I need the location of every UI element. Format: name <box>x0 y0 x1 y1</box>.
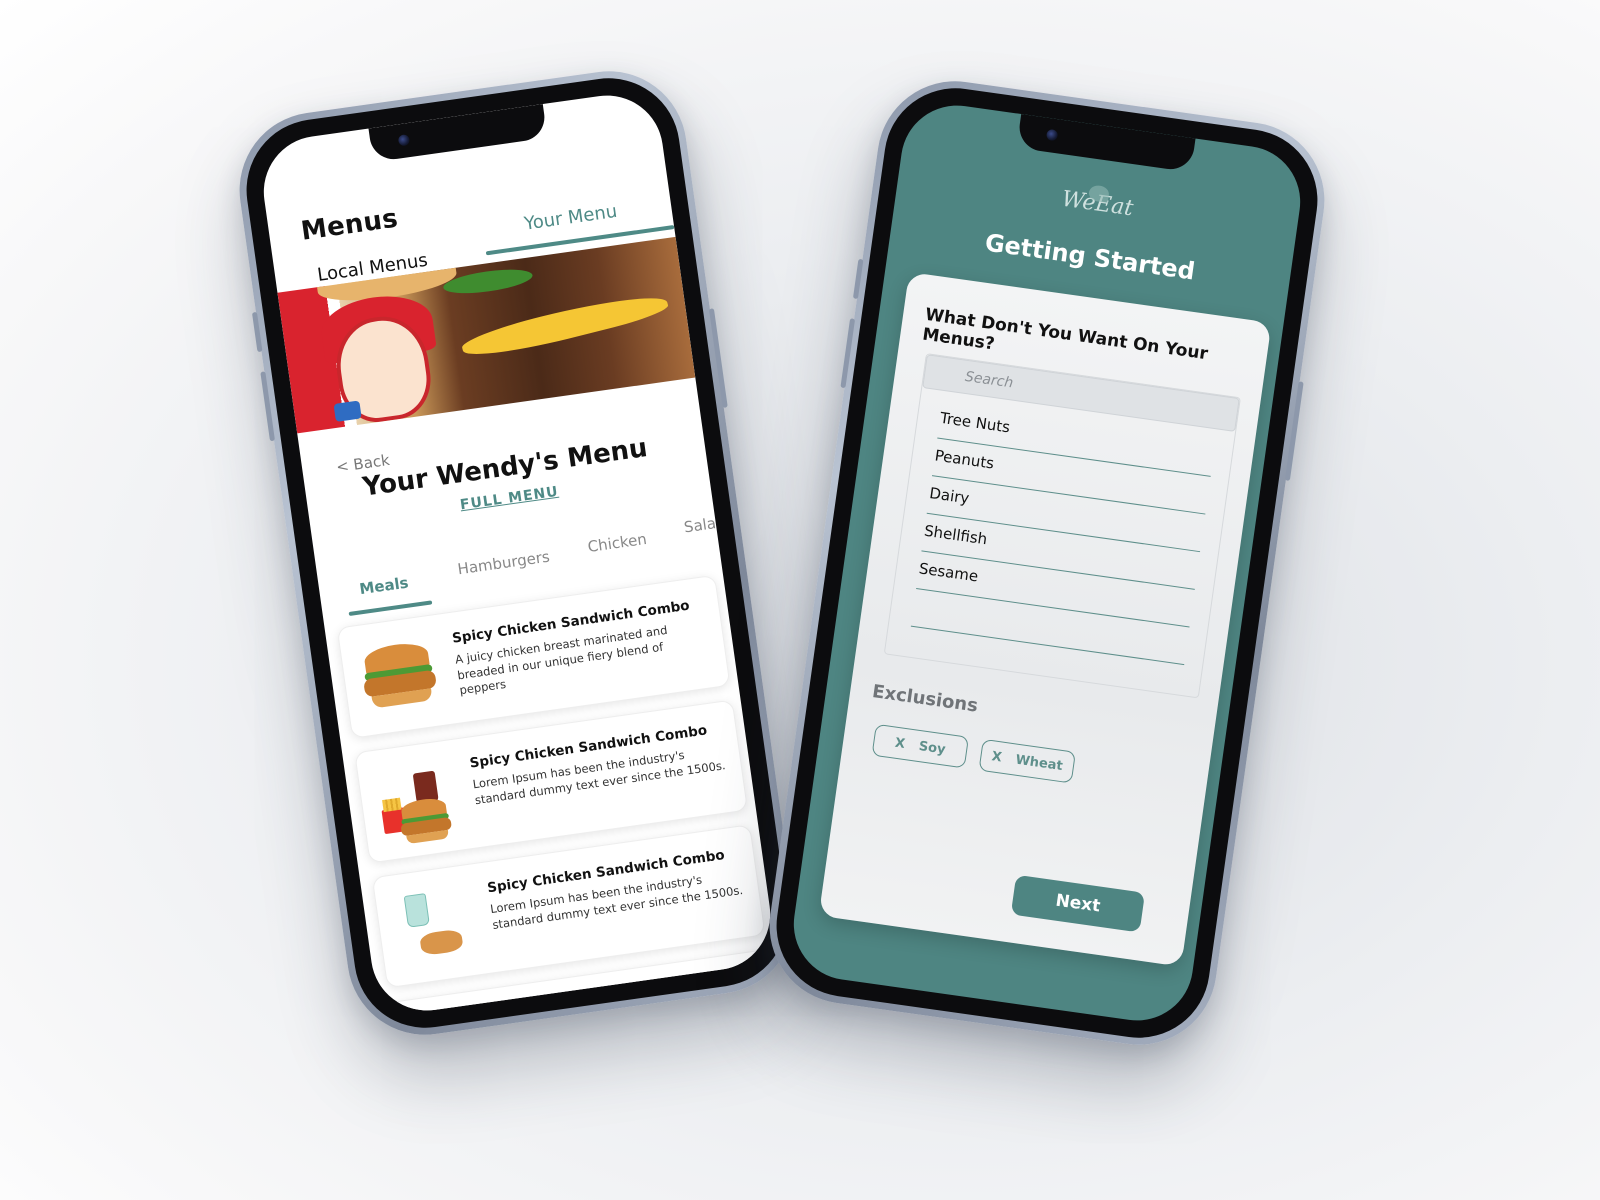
chip-label: Wheat <box>1014 752 1064 774</box>
exclusions-label: Exclusions <box>870 681 980 717</box>
active-category-indicator <box>348 600 433 616</box>
close-icon[interactable]: X <box>894 735 906 751</box>
phone-left: Menus Local Menus Your Menu < Back Your … <box>229 61 805 1045</box>
mascot-bow-shape <box>333 400 362 422</box>
camera-icon <box>1045 128 1059 142</box>
exclusion-chip-wheat[interactable]: X Wheat <box>978 738 1076 784</box>
meal-list: Spicy Chicken Sandwich Combo A juicy chi… <box>336 574 778 1018</box>
phone-bezel: Menus Local Menus Your Menu < Back Your … <box>237 69 797 1037</box>
chicken-sandwich-image <box>354 629 447 722</box>
volume-up-button <box>852 258 864 300</box>
notch <box>1016 114 1196 173</box>
burger-icon <box>394 791 453 845</box>
preferences-card: What Don't You Want On Your Menus? Tree … <box>818 271 1272 967</box>
cheese-shape <box>459 286 671 365</box>
close-icon[interactable]: X <box>991 749 1003 765</box>
exclusion-chip-soy[interactable]: X Soy <box>871 723 970 769</box>
meal-name: Spicy Chicken Sandwich Combo <box>503 971 744 1018</box>
mockup-stage: Menus Local Menus Your Menu < Back Your … <box>0 0 1600 1200</box>
burger-icon <box>354 629 447 722</box>
page-title: Menus <box>299 203 400 247</box>
getting-started-screen: WeEat Getting Started What Don't You Wan… <box>786 98 1308 1028</box>
camera-icon <box>397 134 411 147</box>
tab-hamburgers[interactable]: Hamburgers <box>456 548 550 579</box>
combo-image <box>406 1004 499 1018</box>
chip-label: Soy <box>917 738 947 758</box>
allergen-list: Tree Nuts Peanuts Dairy Shellfish Sesame <box>883 353 1241 699</box>
next-button[interactable]: Next <box>1010 874 1146 933</box>
tab-your-menu[interactable]: Your Menu <box>523 201 619 235</box>
phone-right: WeEat Getting Started What Don't You Wan… <box>759 71 1335 1055</box>
volume-up-button <box>251 311 263 353</box>
combo-image <box>371 754 464 847</box>
tab-meals[interactable]: Meals <box>358 573 409 598</box>
tab-salads[interactable]: Salads <box>683 512 734 537</box>
drink-cup-icon <box>403 893 430 928</box>
nuggets-icon <box>419 928 464 957</box>
phone-bezel: WeEat Getting Started What Don't You Wan… <box>767 79 1327 1047</box>
tab-chicken[interactable]: Chicken <box>587 530 648 556</box>
nuggets-combo-image <box>389 879 482 972</box>
meal-description: Lorem Ipsum has been the industry's stan… <box>507 991 765 1017</box>
notch <box>368 104 548 163</box>
menus-screen: Menus Local Menus Your Menu < Back Your … <box>256 88 778 1018</box>
